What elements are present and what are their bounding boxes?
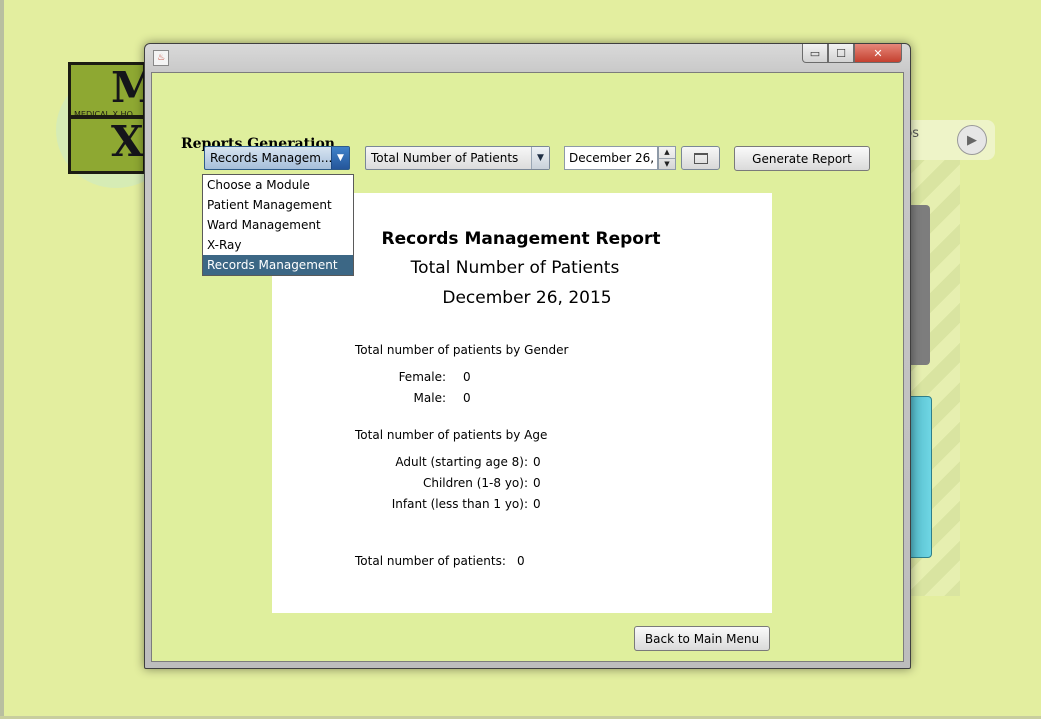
dropdown-option-choose-module[interactable]: Choose a Module bbox=[203, 175, 353, 195]
date-spinner[interactable]: ▲ ▼ bbox=[658, 146, 676, 170]
logo-letter-x: X bbox=[111, 117, 144, 166]
report-type-select[interactable]: Total Number of Patients ▼ bbox=[365, 146, 550, 170]
calendar-icon bbox=[693, 152, 708, 164]
age-value-infant: 0 bbox=[533, 497, 541, 511]
age-value-children: 0 bbox=[533, 476, 541, 490]
gender-value-female: 0 bbox=[463, 370, 471, 384]
window-content: Reports Generation Records Managem... ▼ … bbox=[151, 72, 904, 662]
dropdown-option-patient-management[interactable]: Patient Management bbox=[203, 195, 353, 215]
generate-report-button[interactable]: Generate Report bbox=[734, 146, 870, 171]
gender-label-male: Male: bbox=[413, 391, 446, 405]
background-frame-edge bbox=[0, 0, 4, 719]
window-controls: ▭ ☐ ✕ bbox=[802, 44, 902, 63]
maximize-button[interactable]: ☐ bbox=[828, 44, 854, 63]
gender-label-female: Female: bbox=[398, 370, 446, 384]
age-value-adult: 0 bbox=[533, 455, 541, 469]
close-button[interactable]: ✕ bbox=[854, 44, 902, 63]
minimize-button[interactable]: ▭ bbox=[802, 44, 828, 63]
spinner-down-icon[interactable]: ▼ bbox=[659, 158, 675, 170]
reports-window: ♨ ▭ ☐ ✕ Reports Generation Records Manag… bbox=[144, 43, 911, 669]
date-field[interactable]: December 26, 2015 bbox=[564, 146, 658, 170]
report-type-value: Total Number of Patients bbox=[371, 151, 519, 165]
module-select-value: Records Managem... bbox=[210, 151, 333, 165]
report-date: December 26, 2015 bbox=[442, 288, 612, 308]
chevron-down-icon[interactable]: ▼ bbox=[331, 147, 349, 169]
module-select[interactable]: Records Managem... ▼ bbox=[204, 146, 350, 170]
age-label-infant: Infant (less than 1 yo): bbox=[391, 497, 528, 511]
total-label: Total number of patients: bbox=[355, 554, 506, 568]
age-heading: Total number of patients by Age bbox=[355, 428, 548, 442]
module-dropdown-list: Choose a Module Patient Management Ward … bbox=[202, 174, 354, 276]
java-cup-icon: ♨ bbox=[153, 50, 169, 66]
chevron-down-icon[interactable]: ▼ bbox=[531, 147, 549, 169]
age-label-children: Children (1-8 yo): bbox=[422, 476, 528, 490]
spinner-up-icon[interactable]: ▲ bbox=[659, 147, 675, 158]
age-label-adult: Adult (starting age 8): bbox=[395, 455, 528, 469]
calendar-button[interactable] bbox=[681, 146, 720, 170]
dropdown-option-ward-management[interactable]: Ward Management bbox=[203, 215, 353, 235]
logo-x-block: X bbox=[68, 116, 146, 174]
total-value: 0 bbox=[517, 554, 525, 568]
gender-heading: Total number of patients by Gender bbox=[355, 343, 569, 357]
date-field-value: December 26, 2015 bbox=[569, 151, 653, 165]
back-to-main-menu-button[interactable]: Back to Main Menu bbox=[634, 626, 770, 651]
dropdown-option-records-management[interactable]: Records Management bbox=[203, 255, 353, 275]
gender-value-male: 0 bbox=[463, 391, 471, 405]
play-arrow-icon[interactable]: ▶ bbox=[957, 125, 987, 155]
dropdown-option-x-ray[interactable]: X-Ray bbox=[203, 235, 353, 255]
